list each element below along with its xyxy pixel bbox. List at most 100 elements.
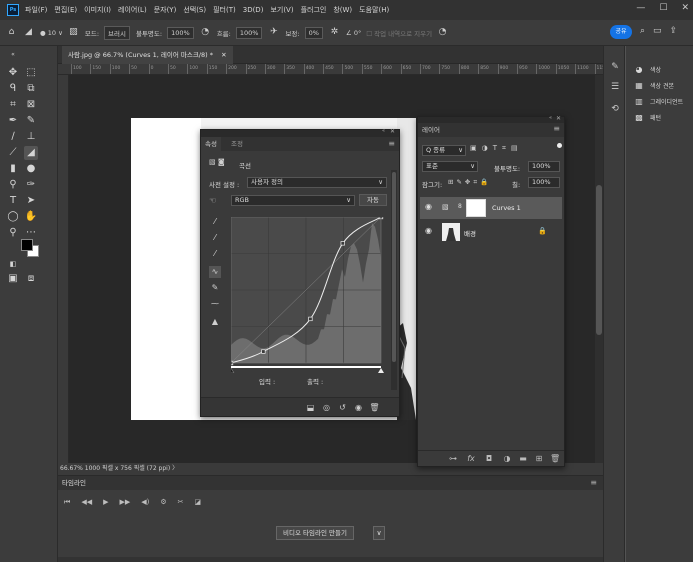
- properties-scrollbar-thumb[interactable]: [392, 172, 396, 362]
- layer-thumbnail[interactable]: [442, 223, 460, 241]
- black-input-slider[interactable]: [231, 367, 235, 373]
- menu-filter[interactable]: 필터(T): [213, 5, 236, 15]
- mask-link-icon[interactable]: 8: [458, 203, 462, 210]
- angle-field[interactable]: ∠ 0°: [346, 29, 361, 37]
- marquee-tool-icon[interactable]: ⬚: [24, 66, 38, 80]
- pressure-size-icon[interactable]: ◔: [437, 27, 448, 38]
- transition-button[interactable]: ◪: [195, 498, 202, 507]
- panel-patterns[interactable]: ▩ 패턴: [634, 113, 661, 122]
- brush-size-preset[interactable]: ● 10 ∨: [40, 29, 63, 37]
- screen-mode-icon[interactable]: ⧈: [24, 272, 38, 286]
- hand-tool-icon[interactable]: ✋: [24, 210, 38, 224]
- add-mask-icon[interactable]: ◘: [484, 454, 494, 464]
- collapse-panel-icon[interactable]: «: [382, 128, 385, 134]
- curve-point[interactable]: [340, 241, 345, 246]
- timeline-menu-icon[interactable]: ≡: [590, 478, 597, 487]
- white-point-eyedropper-icon[interactable]: ⁄: [209, 248, 221, 260]
- history-brush-tool-icon[interactable]: ⟋: [6, 146, 20, 160]
- menu-window[interactable]: 창(W): [333, 5, 352, 15]
- default-colors-icon[interactable]: ◧: [6, 257, 20, 271]
- opacity-field[interactable]: 100%: [167, 26, 194, 39]
- eyedropper-tool-icon[interactable]: ✒: [6, 114, 20, 128]
- black-point-eyedropper-icon[interactable]: ⁄: [209, 216, 221, 228]
- create-timeline-dropdown[interactable]: ∨: [373, 526, 385, 540]
- pressure-opacity-icon[interactable]: ◔: [200, 27, 211, 38]
- curves-graph[interactable]: [231, 217, 387, 373]
- object-select-tool-icon[interactable]: ⧉: [24, 82, 38, 96]
- audio-button[interactable]: ◀): [141, 498, 149, 507]
- reset-icon[interactable]: ↺: [337, 402, 348, 413]
- menu-edit[interactable]: 편집(E): [54, 5, 77, 15]
- flow-field[interactable]: 100%: [235, 26, 263, 39]
- brush-settings-icon[interactable]: ▨: [68, 27, 79, 38]
- new-layer-icon[interactable]: ⊞: [534, 454, 544, 464]
- layers-menu-icon[interactable]: ≡: [553, 124, 560, 133]
- menu-file[interactable]: 파일(F): [25, 5, 47, 15]
- delete-layer-icon[interactable]: 🗑: [550, 454, 560, 464]
- gradient-tool-icon[interactable]: ▮: [6, 162, 20, 176]
- dodge-tool-icon[interactable]: ⚲: [6, 178, 20, 192]
- layer-filter-icons[interactable]: ▣◑T⌗▤: [470, 144, 523, 153]
- view-previous-icon[interactable]: ◎: [321, 402, 332, 413]
- document-tab-close[interactable]: ✕: [221, 51, 226, 59]
- clipping-warning-icon[interactable]: ▲: [209, 316, 221, 328]
- collapse-panel-icon[interactable]: «: [549, 115, 552, 121]
- layer-name[interactable]: Curves 1: [492, 204, 521, 212]
- panel-swatches[interactable]: ▦ 색상 견본: [634, 81, 674, 90]
- brush-presets-icon[interactable]: ✎: [609, 62, 621, 74]
- fill-field[interactable]: 100%: [528, 177, 560, 188]
- split-button[interactable]: ✂: [178, 498, 184, 507]
- clip-to-layer-icon[interactable]: ⬓: [305, 402, 316, 413]
- adjustment-layer-icon[interactable]: ◑: [502, 454, 512, 464]
- layer-row[interactable]: ◉ 배경 🔒: [420, 221, 562, 243]
- layer-row[interactable]: ◉ ▧ 8 Curves 1: [420, 197, 562, 219]
- smoothing-settings-icon[interactable]: ✲: [329, 27, 340, 38]
- home-icon[interactable]: ⌂: [6, 27, 17, 38]
- edit-toolbar-icon[interactable]: ⋯: [24, 226, 38, 240]
- target-adjust-icon[interactable]: ☜: [209, 196, 216, 205]
- type-tool-icon[interactable]: T: [6, 194, 20, 208]
- search-icon[interactable]: ⌕: [640, 26, 645, 36]
- healing-brush-tool-icon[interactable]: ✎: [24, 114, 38, 128]
- play-button[interactable]: ▶: [103, 498, 108, 507]
- tab-layers[interactable]: 레이어: [418, 123, 564, 137]
- vertical-scrollbar-thumb[interactable]: [596, 185, 602, 335]
- layer-mask-thumbnail[interactable]: [466, 199, 486, 217]
- lasso-tool-icon[interactable]: ᑫ: [6, 82, 20, 96]
- visibility-icon[interactable]: ◉: [353, 402, 364, 413]
- delete-icon[interactable]: 🗑: [369, 402, 380, 413]
- vertical-scrollbar[interactable]: [595, 75, 603, 463]
- shape-tool-icon[interactable]: ◯: [6, 210, 20, 224]
- brush-tool-icon[interactable]: ∕: [6, 130, 20, 144]
- curve-point[interactable]: [308, 316, 313, 322]
- gray-point-eyedropper-icon[interactable]: ⁄: [209, 232, 221, 244]
- close-panel-icon[interactable]: ✕: [556, 115, 561, 122]
- layer-name[interactable]: 배경: [464, 228, 476, 238]
- menu-plugins[interactable]: 플러그인: [301, 5, 327, 15]
- vertical-ruler[interactable]: [58, 75, 69, 463]
- next-frame-button[interactable]: ▶▶: [119, 498, 130, 507]
- document-tab[interactable]: 사람.jpg @ 66.7% (Curves 1, 레이어 마스크/8) * ✕: [62, 46, 233, 64]
- move-tool-icon[interactable]: ✥: [6, 66, 20, 80]
- close-button[interactable]: ✕: [681, 3, 689, 13]
- maximize-button[interactable]: ☐: [659, 3, 667, 13]
- curve-edit-points-icon[interactable]: ∿: [209, 266, 221, 278]
- create-video-timeline-button[interactable]: 비디오 타임라인 만들기: [276, 526, 354, 540]
- menu-select[interactable]: 선택(S): [183, 5, 206, 15]
- history-icon[interactable]: ⟲: [609, 104, 621, 116]
- blur-tool-icon[interactable]: ●: [24, 162, 38, 176]
- adjust-panel-icon[interactable]: ☰: [609, 82, 621, 94]
- workspace-icon[interactable]: ▭: [653, 26, 662, 36]
- frame-tool-icon[interactable]: ⊠: [24, 98, 38, 112]
- prev-frame-button[interactable]: ◀◀: [81, 498, 92, 507]
- blend-mode-select[interactable]: 표준 ∨: [422, 161, 478, 172]
- menu-type[interactable]: 문자(Y): [154, 5, 177, 15]
- minimize-button[interactable]: —: [636, 3, 645, 13]
- properties-titlebar[interactable]: « ✕: [201, 128, 399, 137]
- layer-filter-select[interactable]: Q 종류 ∨: [422, 145, 466, 156]
- stamp-tool-icon[interactable]: ⊥: [24, 130, 38, 144]
- new-group-icon[interactable]: ▬: [518, 454, 528, 464]
- menu-help[interactable]: 도움말(H): [359, 5, 389, 15]
- curve-draw-pencil-icon[interactable]: ✎: [209, 282, 221, 294]
- visibility-eye-icon[interactable]: ◉: [425, 226, 432, 235]
